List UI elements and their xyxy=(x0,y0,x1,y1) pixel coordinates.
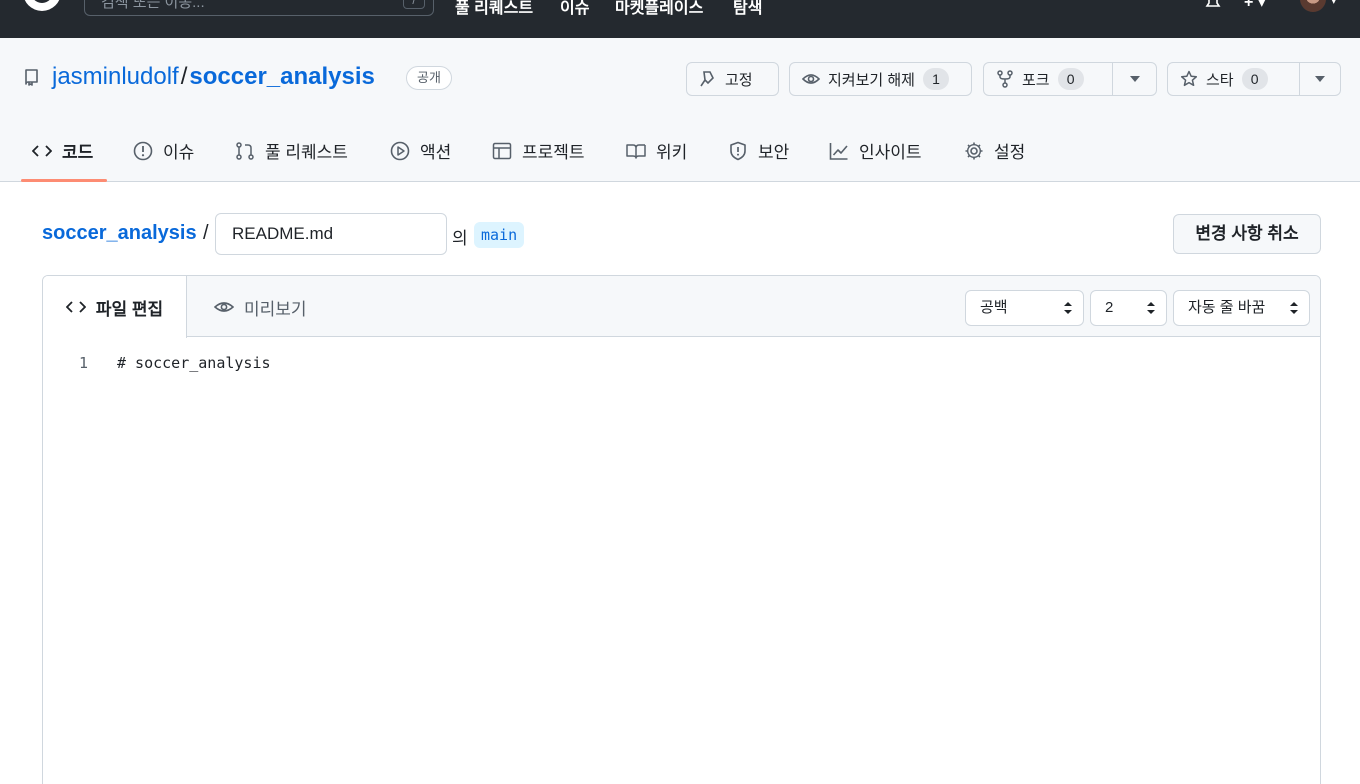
wrap-mode-value: 자동 줄 바꿈 xyxy=(1188,299,1266,316)
indent-mode-select[interactable]: 공백 xyxy=(965,290,1084,326)
issue-icon xyxy=(133,141,153,161)
tab-insights[interactable]: 인사이트 xyxy=(829,138,922,182)
indent-size-value: 2 xyxy=(1105,299,1114,316)
graph-icon xyxy=(829,143,848,160)
star-dropdown-button[interactable] xyxy=(1299,63,1340,95)
indent-size-select[interactable]: 2 xyxy=(1090,290,1167,326)
star-button[interactable]: 스타 0 xyxy=(1168,63,1299,95)
code-line[interactable]: 1 # soccer_analysis xyxy=(43,354,1320,376)
code-icon xyxy=(32,145,52,157)
search-input[interactable]: 검색 또는 이동... / xyxy=(84,0,434,16)
global-nav-issues[interactable]: 이슈 xyxy=(560,0,589,18)
tab-projects[interactable]: 프로젝트 xyxy=(492,138,585,182)
fork-icon xyxy=(997,70,1013,88)
tab-actions[interactable]: 액션 xyxy=(390,138,451,182)
tab-label: 프로젝트 xyxy=(522,143,585,162)
search-shortcut-hint: / xyxy=(403,0,425,9)
select-caret-icon xyxy=(1064,302,1072,314)
tab-preview[interactable]: 미리보기 xyxy=(214,276,307,338)
preview-tab-label: 미리보기 xyxy=(244,299,307,319)
search-placeholder: 검색 또는 이동... xyxy=(101,0,205,11)
repo-icon xyxy=(25,69,38,86)
watch-count: 1 xyxy=(922,68,949,90)
tab-wiki[interactable]: 위키 xyxy=(626,138,687,182)
pin-button[interactable]: 고정 xyxy=(686,62,779,96)
repo-header: jasminludolf/soccer_analysis 공개 고정 지켜보기 … xyxy=(0,38,1360,182)
fork-dropdown-button[interactable] xyxy=(1112,63,1156,95)
filename-input[interactable]: README.md xyxy=(215,213,447,255)
active-tab-indicator xyxy=(21,179,107,182)
unwatch-button[interactable]: 지켜보기 해제 1 xyxy=(789,62,972,96)
tab-security[interactable]: 보안 xyxy=(728,138,789,182)
github-logo-icon[interactable] xyxy=(20,0,64,16)
branch-in-label: 의 xyxy=(452,229,468,248)
global-nav-marketplace[interactable]: 마켓플레이스 xyxy=(615,0,703,18)
star-button-group: 스타 0 xyxy=(1167,62,1341,96)
star-icon xyxy=(1180,70,1198,87)
tab-edit-file[interactable]: 파일 편집 xyxy=(43,276,187,338)
eye-icon xyxy=(802,74,820,84)
table-icon xyxy=(492,142,512,160)
repo-title-separator: / xyxy=(180,63,188,90)
fork-button-group: 포크 0 xyxy=(983,62,1157,96)
pin-icon xyxy=(700,71,714,87)
tab-code[interactable]: 코드 xyxy=(32,138,93,182)
tab-label: 위키 xyxy=(656,143,688,162)
breadcrumb-separator: / xyxy=(203,222,209,244)
code-icon xyxy=(65,301,86,313)
global-header: 검색 또는 이동... / 풀 리퀘스트 이슈 마켓플레이스 탐색 + ▾ ▾ xyxy=(0,0,1360,38)
repo-name-link[interactable]: soccer_analysis xyxy=(189,63,374,90)
wrap-mode-select[interactable]: 자동 줄 바꿈 xyxy=(1173,290,1310,326)
caret-down-icon xyxy=(1129,76,1140,82)
fork-count: 0 xyxy=(1057,68,1084,90)
fork-label: 포크 xyxy=(1022,71,1050,89)
chevron-down-icon[interactable]: ▾ xyxy=(1331,0,1337,7)
breadcrumb-repo-link[interactable]: soccer_analysis xyxy=(42,222,197,245)
select-caret-icon xyxy=(1147,302,1155,314)
tab-label: 보안 xyxy=(758,143,790,162)
global-nav-explore[interactable]: 탐색 xyxy=(733,0,762,18)
tab-settings[interactable]: 설정 xyxy=(964,138,1025,182)
caret-down-icon xyxy=(1315,76,1325,82)
line-text[interactable]: # soccer_analysis xyxy=(117,354,271,372)
tab-label: 액션 xyxy=(420,143,452,162)
fork-button[interactable]: 포크 0 xyxy=(984,63,1112,95)
select-caret-icon xyxy=(1290,302,1298,314)
visibility-badge: 공개 xyxy=(406,66,452,90)
edit-tab-label: 파일 편집 xyxy=(95,299,164,319)
bell-icon[interactable] xyxy=(1203,0,1223,12)
play-icon xyxy=(390,141,410,161)
tab-issues[interactable]: 이슈 xyxy=(133,138,194,182)
star-label: 스타 xyxy=(1206,71,1234,89)
editor-toolbar: 파일 편집 미리보기 공백 2 자동 줄 바꿈 xyxy=(43,276,1320,338)
indent-mode-value: 공백 xyxy=(980,299,1008,316)
tab-label: 풀 리퀘스트 xyxy=(265,143,348,162)
unwatch-label: 지켜보기 해제 xyxy=(828,71,915,89)
eye-icon xyxy=(214,302,234,312)
tab-label: 설정 xyxy=(994,143,1026,162)
star-count: 0 xyxy=(1241,68,1268,90)
repo-title: jasminludolf/soccer_analysis xyxy=(52,63,375,91)
tab-pull-requests[interactable]: 풀 리퀘스트 xyxy=(235,138,348,182)
create-new-menu[interactable]: + ▾ xyxy=(1244,0,1280,12)
avatar[interactable] xyxy=(1300,0,1326,12)
gear-icon xyxy=(965,142,983,160)
cancel-changes-button[interactable]: 변경 사항 취소 xyxy=(1173,214,1321,254)
line-number: 1 xyxy=(79,354,89,372)
plus-icon: + ▾ xyxy=(1244,0,1266,11)
pin-label: 고정 xyxy=(725,71,753,89)
global-nav-pull-requests[interactable]: 풀 리퀘스트 xyxy=(455,0,533,18)
file-editor: 파일 편집 미리보기 공백 2 자동 줄 바꿈 1 # soccer_analy… xyxy=(42,275,1321,784)
book-icon xyxy=(626,144,646,159)
tab-label: 인사이트 xyxy=(859,143,922,162)
tab-label: 이슈 xyxy=(163,143,195,162)
repo-owner-link[interactable]: jasminludolf xyxy=(52,63,179,90)
shield-icon xyxy=(730,141,746,161)
pull-request-icon xyxy=(236,142,254,160)
branch-badge[interactable]: main xyxy=(474,222,525,248)
tab-label: 코드 xyxy=(62,143,94,162)
